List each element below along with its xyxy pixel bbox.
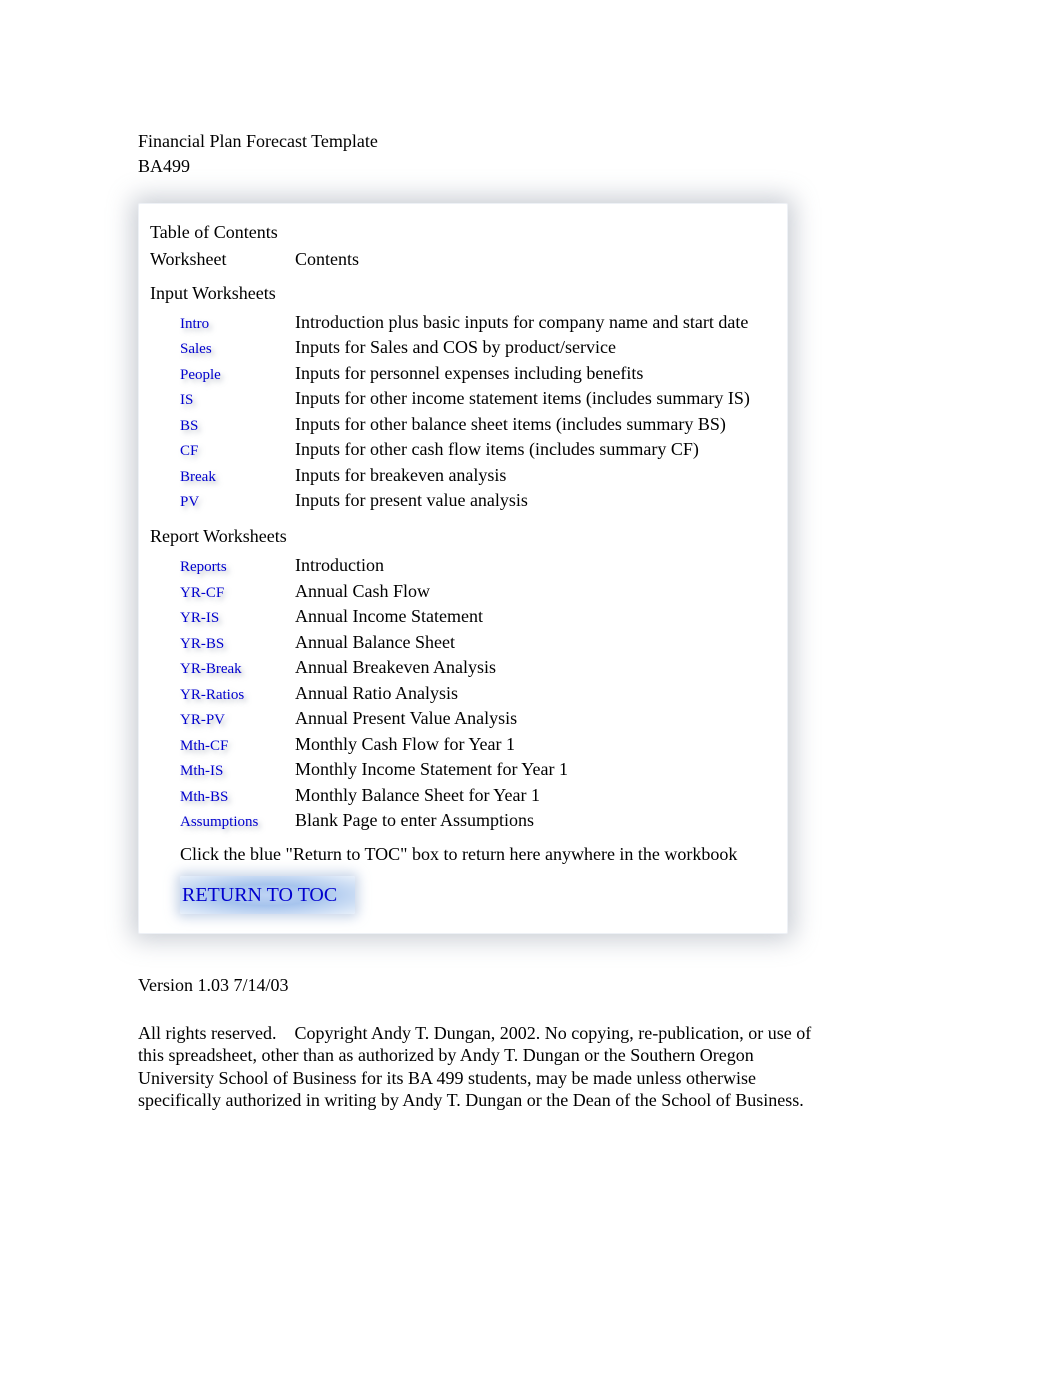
link-yr-bs[interactable]: YR-BS <box>180 635 224 655</box>
toc-desc: Inputs for other income statement items … <box>295 387 776 410</box>
toc-row: YR-PV Annual Present Value Analysis <box>150 707 776 731</box>
toc-row: Sales Inputs for Sales and COS by produc… <box>150 336 776 360</box>
copyright-text: All rights reserved. Copyright Andy T. D… <box>138 1022 828 1112</box>
link-people[interactable]: People <box>180 366 221 386</box>
link-yr-break[interactable]: YR-Break <box>180 660 242 680</box>
toc-desc: Annual Cash Flow <box>295 580 776 603</box>
toc-desc: Blank Page to enter Assumptions <box>295 809 776 832</box>
link-mth-is[interactable]: Mth-IS <box>180 762 223 782</box>
link-cf[interactable]: CF <box>180 442 198 462</box>
link-yr-ratios[interactable]: YR-Ratios <box>180 686 244 706</box>
toc-desc: Inputs for present value analysis <box>295 489 776 512</box>
toc-column-contents: Contents <box>295 248 776 271</box>
link-intro[interactable]: Intro <box>180 315 209 335</box>
version-text: Version 1.03 7/14/03 <box>138 974 1062 997</box>
link-assumptions[interactable]: Assumptions <box>180 813 258 833</box>
report-worksheets-section: Report Worksheets Reports Introduction Y… <box>150 525 776 833</box>
link-is[interactable]: IS <box>180 391 193 411</box>
toc-instruction: Click the blue "Return to TOC" box to re… <box>150 843 776 866</box>
toc-desc: Inputs for other cash flow items (includ… <box>295 438 776 461</box>
toc-container: Table of Contents Worksheet Contents Inp… <box>138 203 788 934</box>
toc-row: YR-BS Annual Balance Sheet <box>150 631 776 655</box>
toc-row: IS Inputs for other income statement ite… <box>150 387 776 411</box>
toc-desc: Inputs for personnel expenses including … <box>295 362 776 385</box>
toc-row: BS Inputs for other balance sheet items … <box>150 413 776 437</box>
toc-row: PV Inputs for present value analysis <box>150 489 776 513</box>
link-yr-is[interactable]: YR-IS <box>180 609 219 629</box>
report-section-title: Report Worksheets <box>150 525 776 548</box>
return-to-toc-button[interactable]: RETURN TO TOC <box>180 876 355 914</box>
toc-desc: Inputs for Sales and COS by product/serv… <box>295 336 776 359</box>
toc-row: YR-CF Annual Cash Flow <box>150 580 776 604</box>
toc-desc: Monthly Cash Flow for Year 1 <box>295 733 776 756</box>
toc-row: CF Inputs for other cash flow items (inc… <box>150 438 776 462</box>
link-yr-pv[interactable]: YR-PV <box>180 711 225 731</box>
toc-title: Table of Contents <box>150 221 776 244</box>
document-title: Financial Plan Forecast Template <box>138 130 1062 153</box>
link-reports[interactable]: Reports <box>180 558 227 578</box>
toc-desc: Annual Breakeven Analysis <box>295 656 776 679</box>
link-pv[interactable]: PV <box>180 493 199 513</box>
toc-row: Mth-BS Monthly Balance Sheet for Year 1 <box>150 784 776 808</box>
link-sales[interactable]: Sales <box>180 340 212 360</box>
toc-desc: Introduction <box>295 554 776 577</box>
link-yr-cf[interactable]: YR-CF <box>180 584 224 604</box>
toc-desc: Introduction plus basic inputs for compa… <box>295 311 776 334</box>
input-section-title: Input Worksheets <box>150 282 776 305</box>
toc-desc: Monthly Income Statement for Year 1 <box>295 758 776 781</box>
toc-desc: Inputs for other balance sheet items (in… <box>295 413 776 436</box>
toc-row: YR-IS Annual Income Statement <box>150 605 776 629</box>
toc-desc: Annual Ratio Analysis <box>295 682 776 705</box>
toc-row: YR-Ratios Annual Ratio Analysis <box>150 682 776 706</box>
toc-header-row: Worksheet Contents <box>150 248 776 271</box>
toc-desc: Inputs for breakeven analysis <box>295 464 776 487</box>
toc-row: Mth-CF Monthly Cash Flow for Year 1 <box>150 733 776 757</box>
toc-desc: Annual Income Statement <box>295 605 776 628</box>
toc-row: Mth-IS Monthly Income Statement for Year… <box>150 758 776 782</box>
input-worksheets-section: Input Worksheets Intro Introduction plus… <box>150 282 776 513</box>
toc-row: People Inputs for personnel expenses inc… <box>150 362 776 386</box>
link-mth-bs[interactable]: Mth-BS <box>180 788 228 808</box>
toc-row: Reports Introduction <box>150 554 776 578</box>
toc-row: Assumptions Blank Page to enter Assumpti… <box>150 809 776 833</box>
link-break[interactable]: Break <box>180 468 216 488</box>
link-mth-cf[interactable]: Mth-CF <box>180 737 228 757</box>
toc-desc: Monthly Balance Sheet for Year 1 <box>295 784 776 807</box>
document-subtitle: BA499 <box>138 155 1062 178</box>
toc-column-worksheet: Worksheet <box>150 248 295 271</box>
link-bs[interactable]: BS <box>180 417 198 437</box>
toc-row: Intro Introduction plus basic inputs for… <box>150 311 776 335</box>
toc-row: YR-Break Annual Breakeven Analysis <box>150 656 776 680</box>
toc-desc: Annual Present Value Analysis <box>295 707 776 730</box>
toc-row: Break Inputs for breakeven analysis <box>150 464 776 488</box>
toc-desc: Annual Balance Sheet <box>295 631 776 654</box>
